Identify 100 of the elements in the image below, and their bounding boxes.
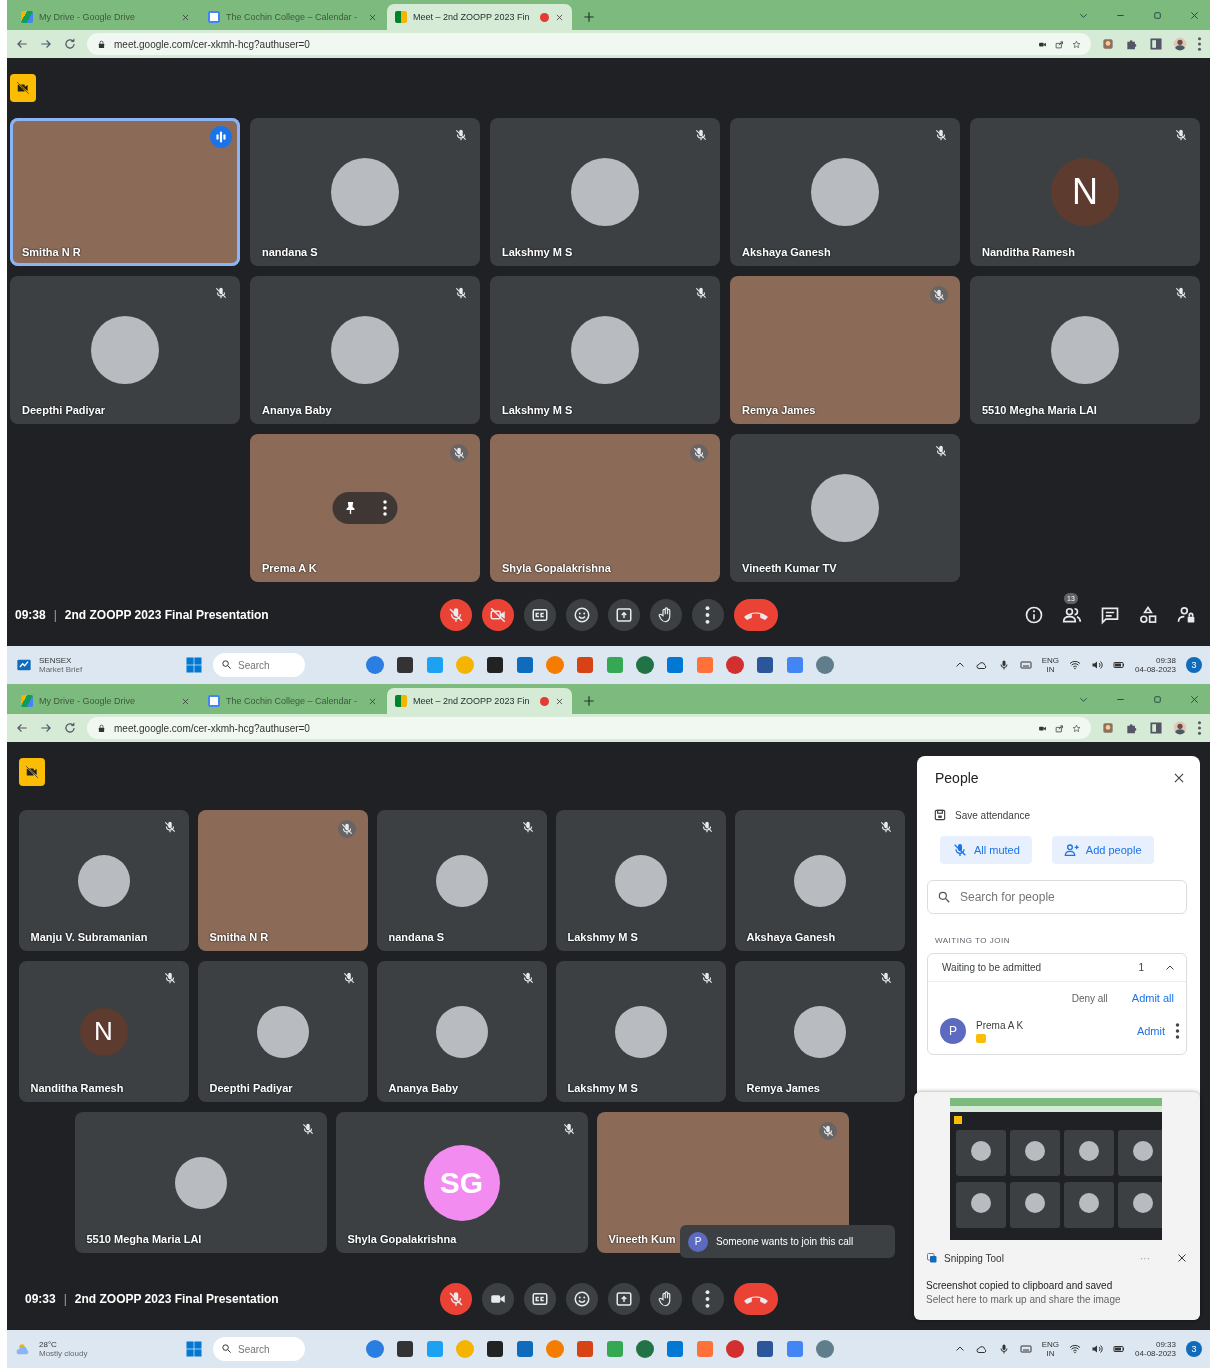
- start-icon[interactable]: [185, 1340, 203, 1358]
- people-icon[interactable]: [1062, 605, 1082, 625]
- chat-icon[interactable]: [1100, 605, 1120, 625]
- captions-button[interactable]: [523, 599, 556, 631]
- wifi-icon[interactable]: [1069, 659, 1082, 671]
- taskbar-app-icon[interactable]: [755, 1339, 775, 1359]
- shapes-icon[interactable]: [1138, 605, 1158, 625]
- clock-date[interactable]: 04-08-2023: [1135, 1349, 1176, 1358]
- taskbar-app-icon[interactable]: [485, 655, 505, 675]
- raise-hand-button[interactable]: [649, 599, 682, 631]
- taskbar-search[interactable]: Search: [213, 653, 305, 677]
- close-icon[interactable]: [555, 12, 564, 22]
- emoji-button[interactable]: [565, 1283, 598, 1315]
- raise-hand-button[interactable]: [649, 1283, 682, 1315]
- wifi-icon[interactable]: [1069, 1343, 1082, 1355]
- more-options-button[interactable]: [691, 1283, 724, 1315]
- puzzle-icon[interactable]: [1125, 37, 1139, 51]
- side-panel-icon[interactable]: [1149, 37, 1163, 51]
- info-icon[interactable]: [1024, 605, 1044, 625]
- notification-toast[interactable]: Snipping Tool ··· Screenshot copied to clipboard and saved Select here to mark up and share the image: [914, 1092, 1200, 1320]
- reload-icon[interactable]: [63, 37, 77, 51]
- keyboard-icon[interactable]: [1019, 659, 1032, 671]
- admit-button[interactable]: Admit: [1136, 1025, 1165, 1037]
- cloud-icon[interactable]: [975, 659, 988, 671]
- browser-tab[interactable]: My Drive - Google Drive: [13, 688, 198, 714]
- end-call-button[interactable]: [733, 599, 778, 631]
- save-icon[interactable]: [933, 808, 947, 822]
- extension-icon[interactable]: [1101, 37, 1115, 51]
- taskbar-app-icon[interactable]: [395, 655, 415, 675]
- url-field[interactable]: meet.google.com/cer-xkmh-hcg?authuser=0: [87, 717, 1091, 739]
- end-call-button[interactable]: [733, 1283, 778, 1315]
- close-icon[interactable]: [555, 696, 564, 706]
- more-icon[interactable]: [1197, 37, 1202, 51]
- close-icon[interactable]: [1172, 771, 1186, 785]
- more-icon[interactable]: [1197, 721, 1202, 735]
- mute-all-button[interactable]: All muted: [940, 836, 1032, 864]
- mic-off-button[interactable]: [439, 599, 472, 631]
- extension-icon[interactable]: [1101, 721, 1115, 735]
- maximize-icon[interactable]: [1152, 693, 1163, 705]
- cloud-icon[interactable]: [975, 1343, 988, 1355]
- share-icon[interactable]: [1055, 723, 1064, 733]
- back-icon[interactable]: [15, 721, 29, 735]
- notification-badge[interactable]: 3: [1186, 657, 1202, 673]
- side-panel-icon[interactable]: [1149, 721, 1163, 735]
- browser-tab[interactable]: The Cochin College – Calendar -: [200, 4, 385, 30]
- taskbar-app-icon[interactable]: [395, 1339, 415, 1359]
- star-icon[interactable]: [1072, 39, 1081, 49]
- close-icon[interactable]: [1176, 1252, 1188, 1264]
- more-icon[interactable]: [1175, 1023, 1180, 1039]
- new-tab-icon[interactable]: [582, 694, 596, 708]
- microphone-icon[interactable]: [997, 659, 1010, 671]
- widgets-button[interactable]: SENSEX Market Brief: [15, 656, 185, 674]
- volume-icon[interactable]: [1091, 659, 1104, 671]
- add-people-button[interactable]: Add people: [1051, 836, 1154, 864]
- browser-tab[interactable]: The Cochin College – Calendar -: [200, 688, 385, 714]
- present-button[interactable]: [607, 1283, 640, 1315]
- camera-button[interactable]: [481, 1283, 514, 1315]
- browser-tab[interactable]: Meet – 2nd ZOOPP 2023 Fin: [387, 4, 572, 30]
- join-request-toast[interactable]: P Someone wants to join this call: [680, 1225, 895, 1258]
- widgets-button[interactable]: 28°C Mostly cloudy: [15, 1340, 185, 1358]
- browser-tab[interactable]: Meet – 2nd ZOOPP 2023 Fin: [387, 688, 572, 714]
- captions-button[interactable]: [523, 1283, 556, 1315]
- host-controls-icon[interactable]: [1176, 605, 1196, 625]
- mic-off-button[interactable]: [439, 1283, 472, 1315]
- region-code[interactable]: IN: [1046, 665, 1055, 674]
- keyboard-icon[interactable]: [1019, 1343, 1032, 1355]
- clock-date[interactable]: 04-08-2023: [1135, 665, 1176, 674]
- more-icon[interactable]: [382, 500, 388, 516]
- language-code[interactable]: ENG: [1041, 1340, 1060, 1349]
- present-button[interactable]: [607, 599, 640, 631]
- profile-avatar-icon[interactable]: [1173, 721, 1187, 735]
- camera-off-button[interactable]: [481, 599, 514, 631]
- profile-avatar-icon[interactable]: [1173, 37, 1187, 51]
- clock-time[interactable]: 09:33: [1155, 1340, 1176, 1349]
- emoji-button[interactable]: [565, 599, 598, 631]
- share-icon[interactable]: [1055, 39, 1064, 49]
- url-field[interactable]: meet.google.com/cer-xkmh-hcg?authuser=0: [87, 33, 1091, 55]
- browser-tab[interactable]: My Drive - Google Drive: [13, 4, 198, 30]
- back-icon[interactable]: [15, 37, 29, 51]
- puzzle-icon[interactable]: [1125, 721, 1139, 735]
- battery-icon[interactable]: [1113, 1343, 1126, 1355]
- deny-all-button[interactable]: Deny all: [1071, 992, 1108, 1004]
- admit-all-button[interactable]: Admit all: [1131, 992, 1174, 1004]
- region-code[interactable]: IN: [1046, 1349, 1055, 1358]
- new-tab-icon[interactable]: [582, 10, 596, 24]
- start-icon[interactable]: [185, 656, 203, 674]
- clock-time[interactable]: 09:38: [1155, 656, 1176, 665]
- more-options-button[interactable]: [691, 599, 724, 631]
- microphone-icon[interactable]: [997, 1343, 1010, 1355]
- reload-icon[interactable]: [63, 721, 77, 735]
- volume-icon[interactable]: [1091, 1343, 1104, 1355]
- save-attendance-link[interactable]: Save attendance: [955, 809, 1031, 821]
- taskbar-app-icon[interactable]: [485, 1339, 505, 1359]
- language-code[interactable]: ENG: [1041, 656, 1060, 665]
- taskbar-app-icon[interactable]: [755, 655, 775, 675]
- search-field[interactable]: Search for people: [927, 880, 1187, 914]
- maximize-icon[interactable]: [1152, 9, 1163, 21]
- star-icon[interactable]: [1072, 723, 1081, 733]
- battery-icon[interactable]: [1113, 659, 1126, 671]
- notification-badge[interactable]: 3: [1186, 1341, 1202, 1357]
